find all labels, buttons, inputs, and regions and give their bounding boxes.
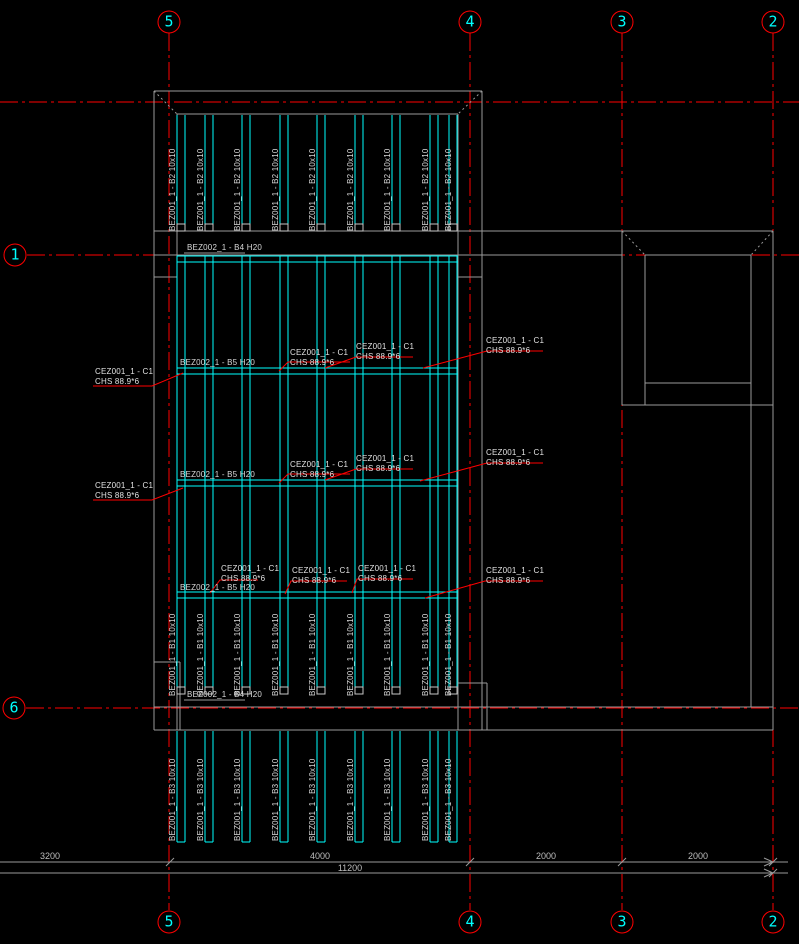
beam-label-b2: BEZ001_1 - B2 10x10: [383, 148, 392, 231]
beam-label-b3: BEZ001_1 - B3 10x10: [421, 758, 430, 841]
beam-label-b2: BEZ001_1 - B2 10x10: [168, 148, 177, 231]
column-label: CEZ001_1 - C1 CHS 88.9*6: [95, 481, 153, 500]
beam-label-b3: BEZ001_1 - B3 10x10: [168, 758, 177, 841]
dimension-total-11200: 11200: [337, 863, 363, 873]
column-label: CEZ001_1 - C1 CHS 88.9*6: [290, 460, 348, 479]
band-label-b5: BEZ002_1 - B5 H20: [180, 358, 255, 367]
grid-bubble-bottom-2: 2: [761, 910, 785, 934]
beam-label-b2: BEZ001_1 - B2 10x10: [308, 148, 317, 231]
column-label-line2: CHS 88.9*6: [358, 573, 403, 583]
beam-label-b3: BEZ001_1 - B3 10x10: [271, 758, 280, 841]
beam-label-b1: BEZ001_1 - B1 10x10: [383, 613, 392, 696]
beam-label-b1: BEZ001_1 - B1 10x10: [444, 613, 453, 696]
beam-label-b1: BEZ001_1 - B1 10x10: [308, 613, 317, 696]
beam-label-b2: BEZ001_1 - B2 10x10: [196, 148, 205, 231]
column-label-line1: CEZ001_1 - C1: [486, 336, 545, 345]
column-label-line1: CEZ001_1 - C1: [95, 367, 154, 376]
column-label: CEZ001_1 - C1 CHS 88.9*6: [486, 336, 544, 355]
column-label: CEZ001_1 - C1 CHS 88.9*6: [356, 342, 414, 361]
beam-label-b2: BEZ001_1 - B2 10x10: [233, 148, 242, 231]
dimension-4000: 4000: [309, 851, 331, 861]
beam-label-b3: BEZ001_1 - B3 10x10: [196, 758, 205, 841]
band-label-b4-bottom: BEZ002_1 - B4 H20: [187, 690, 262, 699]
corner-bevels: [153, 90, 774, 256]
column-label-line1: CEZ001_1 - C1: [95, 481, 154, 490]
column-label-line1: CEZ001_1 - C1: [290, 348, 349, 357]
cad-drawing: 5 4 3 2 5 4 3 2 1 6 BEZ001_1 - B2 10x10 …: [0, 0, 799, 944]
dimension-2000-b: 2000: [687, 851, 709, 861]
column-label-line2: CHS 88.9*6: [290, 469, 335, 479]
beam-label-b2: BEZ001_1 - B2 10x10: [421, 148, 430, 231]
column-label-line2: CHS 88.9*6: [486, 345, 531, 355]
beam-label-b3: BEZ001_1 - B3 10x10: [346, 758, 355, 841]
column-label: CEZ001_1 - C1 CHS 88.9*6: [292, 566, 350, 585]
band-label-b5: BEZ002_1 - B5 H20: [180, 583, 255, 592]
beam-label-b3: BEZ001_1 - B3 10x10: [308, 758, 317, 841]
beam-label-b2: BEZ001_1 - B2 10x10: [271, 148, 280, 231]
column-label: CEZ001_1 - C1 CHS 88.9*6: [486, 448, 544, 467]
column-label-line1: CEZ001_1 - C1: [221, 564, 280, 573]
column-label: CEZ001_1 - C1 CHS 88.9*6: [221, 564, 279, 583]
column-label: CEZ001_1 - C1 CHS 88.9*6: [486, 566, 544, 585]
column-label-line2: CHS 88.9*6: [290, 357, 335, 367]
column-label: CEZ001_1 - C1 CHS 88.9*6: [356, 454, 414, 473]
grid-bubble-top-2: 2: [761, 10, 785, 34]
column-label: CEZ001_1 - C1 CHS 88.9*6: [358, 564, 416, 583]
structure-outline: [153, 90, 774, 731]
band-label-b4-top: BEZ002_1 - B4 H20: [187, 243, 262, 252]
beam-label-b1: BEZ001_1 - B1 10x10: [421, 613, 430, 696]
grid-bubble-top-3: 3: [610, 10, 634, 34]
column-label-line1: CEZ001_1 - C1: [486, 448, 545, 457]
column-label-line2: CHS 88.9*6: [486, 457, 531, 467]
beam-label-b2: BEZ001_1 - B2 10x10: [444, 148, 453, 231]
dimension-3200: 3200: [39, 851, 61, 861]
column-label-line2: CHS 88.9*6: [95, 490, 140, 500]
grid-bubble-top-4: 4: [458, 10, 482, 34]
grid-bubble-bottom-5: 5: [157, 910, 181, 934]
beam-label-b1: BEZ001_1 - B1 10x10: [233, 613, 242, 696]
grid-bubble-bottom-4: 4: [458, 910, 482, 934]
column-label-line2: CHS 88.9*6: [95, 376, 140, 386]
column-label-line1: CEZ001_1 - C1: [356, 454, 415, 463]
beam-label-b1: BEZ001_1 - B1 10x10: [196, 613, 205, 696]
grid-bubble-side-6: 6: [2, 696, 26, 720]
grid-bubble-top-5: 5: [157, 10, 181, 34]
column-label-line2: CHS 88.9*6: [356, 463, 401, 473]
dimension-2000-a: 2000: [535, 851, 557, 861]
beam-label-b1: BEZ001_1 - B1 10x10: [346, 613, 355, 696]
beam-label-b3: BEZ001_1 - B3 10x10: [383, 758, 392, 841]
column-label-line1: CEZ001_1 - C1: [290, 460, 349, 469]
column-label-line1: CEZ001_1 - C1: [358, 564, 417, 573]
column-label-line1: CEZ001_1 - C1: [486, 566, 545, 575]
column-label-line1: CEZ001_1 - C1: [292, 566, 351, 575]
beam-label-b1: BEZ001_1 - B1 10x10: [168, 613, 177, 696]
column-label: CEZ001_1 - C1 CHS 88.9*6: [290, 348, 348, 367]
dimension-lines: [0, 857, 788, 878]
column-label-line2: CHS 88.9*6: [292, 575, 337, 585]
grid-bubble-bottom-3: 3: [610, 910, 634, 934]
beam-label-b1: BEZ001_1 - B1 10x10: [271, 613, 280, 696]
beam-label-b3: BEZ001_1 - B3 10x10: [444, 758, 453, 841]
beam-label-b2: BEZ001_1 - B2 10x10: [346, 148, 355, 231]
column-label: CEZ001_1 - C1 CHS 88.9*6: [95, 367, 153, 386]
column-label-line2: CHS 88.9*6: [356, 351, 401, 361]
column-label-line2: CHS 88.9*6: [221, 573, 266, 583]
column-label-line2: CHS 88.9*6: [486, 575, 531, 585]
beam-label-b3: BEZ001_1 - B3 10x10: [233, 758, 242, 841]
column-label-line1: CEZ001_1 - C1: [356, 342, 415, 351]
grid-bubble-side-1: 1: [3, 243, 27, 267]
band-label-b5: BEZ002_1 - B5 H20: [180, 470, 255, 479]
